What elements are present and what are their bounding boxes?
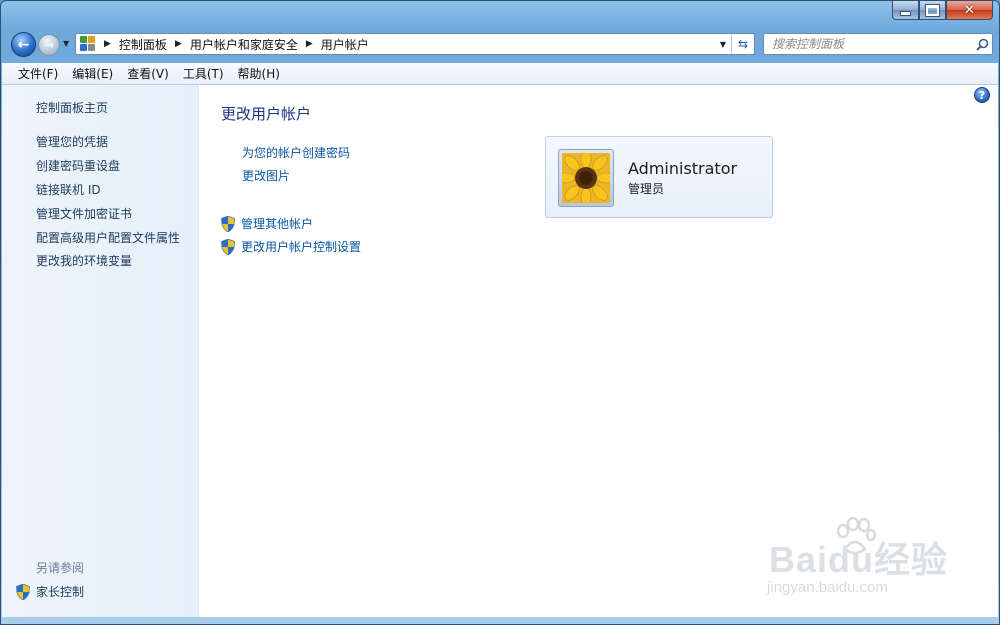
see-also-heading: 另请参阅 bbox=[36, 561, 85, 575]
sidebar-link-encryption-certificates[interactable]: 管理文件加密证书 bbox=[36, 205, 132, 222]
uac-shield-icon bbox=[221, 238, 235, 255]
maximize-button[interactable] bbox=[919, 1, 946, 20]
caption-buttons: ✕ bbox=[892, 1, 993, 20]
control-panel-icon bbox=[80, 36, 96, 52]
main-panel: ? 更改用户帐户 为您的帐户创建密码 更改图片 管理其他帐户 更改用户帐户控制设… bbox=[199, 85, 998, 617]
refresh-icon: ⇆ bbox=[737, 37, 749, 51]
account-name: Administrator bbox=[628, 159, 738, 178]
task-pane: 控制面板主页 管理您的凭据 创建密码重设盘 链接联机 ID 管理文件加密证书 配… bbox=[2, 85, 199, 617]
sidebar-link-advanced-profile[interactable]: 配置高级用户配置文件属性 bbox=[36, 229, 180, 246]
breadcrumb-user-accounts-family-safety[interactable]: 用户帐户和家庭安全 bbox=[190, 36, 298, 53]
task-link-uac-settings[interactable]: 更改用户帐户控制设置 bbox=[221, 238, 361, 255]
uac-settings-label: 更改用户帐户控制设置 bbox=[241, 240, 362, 254]
manage-other-accounts-label: 管理其他帐户 bbox=[241, 217, 314, 231]
maximize-icon bbox=[926, 4, 939, 16]
account-tile: Administrator 管理员 bbox=[545, 136, 773, 218]
control-panel-window: ✕ ← → ▼ ▶ 控制面板 ▶ 用户帐户和家庭安全 ▶ 用户帐户 ▼ ⇆ 搜索… bbox=[0, 0, 1000, 625]
account-role: 管理员 bbox=[628, 182, 665, 196]
forward-button[interactable]: → bbox=[38, 34, 60, 56]
task-link-create-password[interactable]: 为您的帐户创建密码 bbox=[242, 144, 350, 161]
sunflower-picture-icon bbox=[562, 153, 610, 203]
address-bar[interactable]: ▶ 控制面板 ▶ 用户帐户和家庭安全 ▶ 用户帐户 ▼ ⇆ bbox=[75, 33, 755, 55]
menu-edit[interactable]: 编辑(E) bbox=[65, 65, 120, 82]
chevron-down-icon: ▼ bbox=[63, 39, 70, 48]
address-dropdown-icon[interactable]: ▼ bbox=[715, 40, 731, 49]
uac-shield-icon bbox=[16, 583, 30, 600]
sidebar-link-environment-variables[interactable]: 更改我的环境变量 bbox=[36, 252, 132, 269]
sidebar-link-link-online-id[interactable]: 链接联机 ID bbox=[36, 181, 101, 198]
search-box[interactable] bbox=[763, 33, 993, 55]
menu-file[interactable]: 文件(F) bbox=[2, 65, 65, 82]
close-icon: ✕ bbox=[964, 2, 975, 18]
help-icon[interactable]: ? bbox=[974, 87, 990, 103]
breadcrumb-separator-icon[interactable]: ▶ bbox=[104, 39, 111, 49]
avatar bbox=[558, 149, 614, 207]
page-title: 更改用户帐户 bbox=[221, 105, 312, 123]
sidebar-link-parental-controls[interactable]: 家长控制 bbox=[16, 583, 84, 600]
menu-view[interactable]: 查看(V) bbox=[120, 65, 176, 82]
minimize-button[interactable] bbox=[892, 1, 919, 20]
breadcrumb-separator-icon[interactable]: ▶ bbox=[175, 39, 182, 49]
search-icon[interactable] bbox=[972, 38, 992, 51]
back-button[interactable]: ← bbox=[11, 32, 36, 57]
minimize-icon bbox=[900, 10, 911, 16]
breadcrumb-user-accounts[interactable]: 用户帐户 bbox=[321, 36, 369, 53]
breadcrumb-separator-icon[interactable]: ▶ bbox=[306, 39, 313, 49]
back-arrow-icon: ← bbox=[17, 36, 30, 53]
search-input[interactable] bbox=[770, 34, 972, 54]
menu-bar: 文件(F) 编辑(E) 查看(V) 工具(T) 帮助(H) bbox=[2, 63, 998, 85]
forward-arrow-icon: → bbox=[43, 38, 55, 52]
navigation-bar: ← → ▼ ▶ 控制面板 ▶ 用户帐户和家庭安全 ▶ 用户帐户 ▼ ⇆ bbox=[1, 31, 1000, 59]
task-link-change-picture[interactable]: 更改图片 bbox=[242, 167, 290, 184]
content-area: 控制面板主页 管理您的凭据 创建密码重设盘 链接联机 ID 管理文件加密证书 配… bbox=[2, 85, 998, 617]
sidebar-link-create-reset-disk[interactable]: 创建密码重设盘 bbox=[36, 157, 120, 174]
sidebar-link-control-panel-home[interactable]: 控制面板主页 bbox=[36, 99, 108, 116]
refresh-button[interactable]: ⇆ bbox=[731, 34, 754, 54]
menu-help[interactable]: 帮助(H) bbox=[231, 65, 287, 82]
parental-controls-label: 家长控制 bbox=[36, 585, 85, 599]
uac-shield-icon bbox=[221, 215, 235, 232]
sidebar-link-manage-credentials[interactable]: 管理您的凭据 bbox=[36, 133, 108, 150]
menu-tools[interactable]: 工具(T) bbox=[176, 65, 231, 82]
recent-pages-dropdown[interactable]: ▼ bbox=[63, 39, 69, 48]
task-link-manage-other-accounts[interactable]: 管理其他帐户 bbox=[221, 215, 313, 232]
close-button[interactable]: ✕ bbox=[946, 1, 993, 20]
breadcrumb-control-panel[interactable]: 控制面板 bbox=[119, 36, 167, 53]
